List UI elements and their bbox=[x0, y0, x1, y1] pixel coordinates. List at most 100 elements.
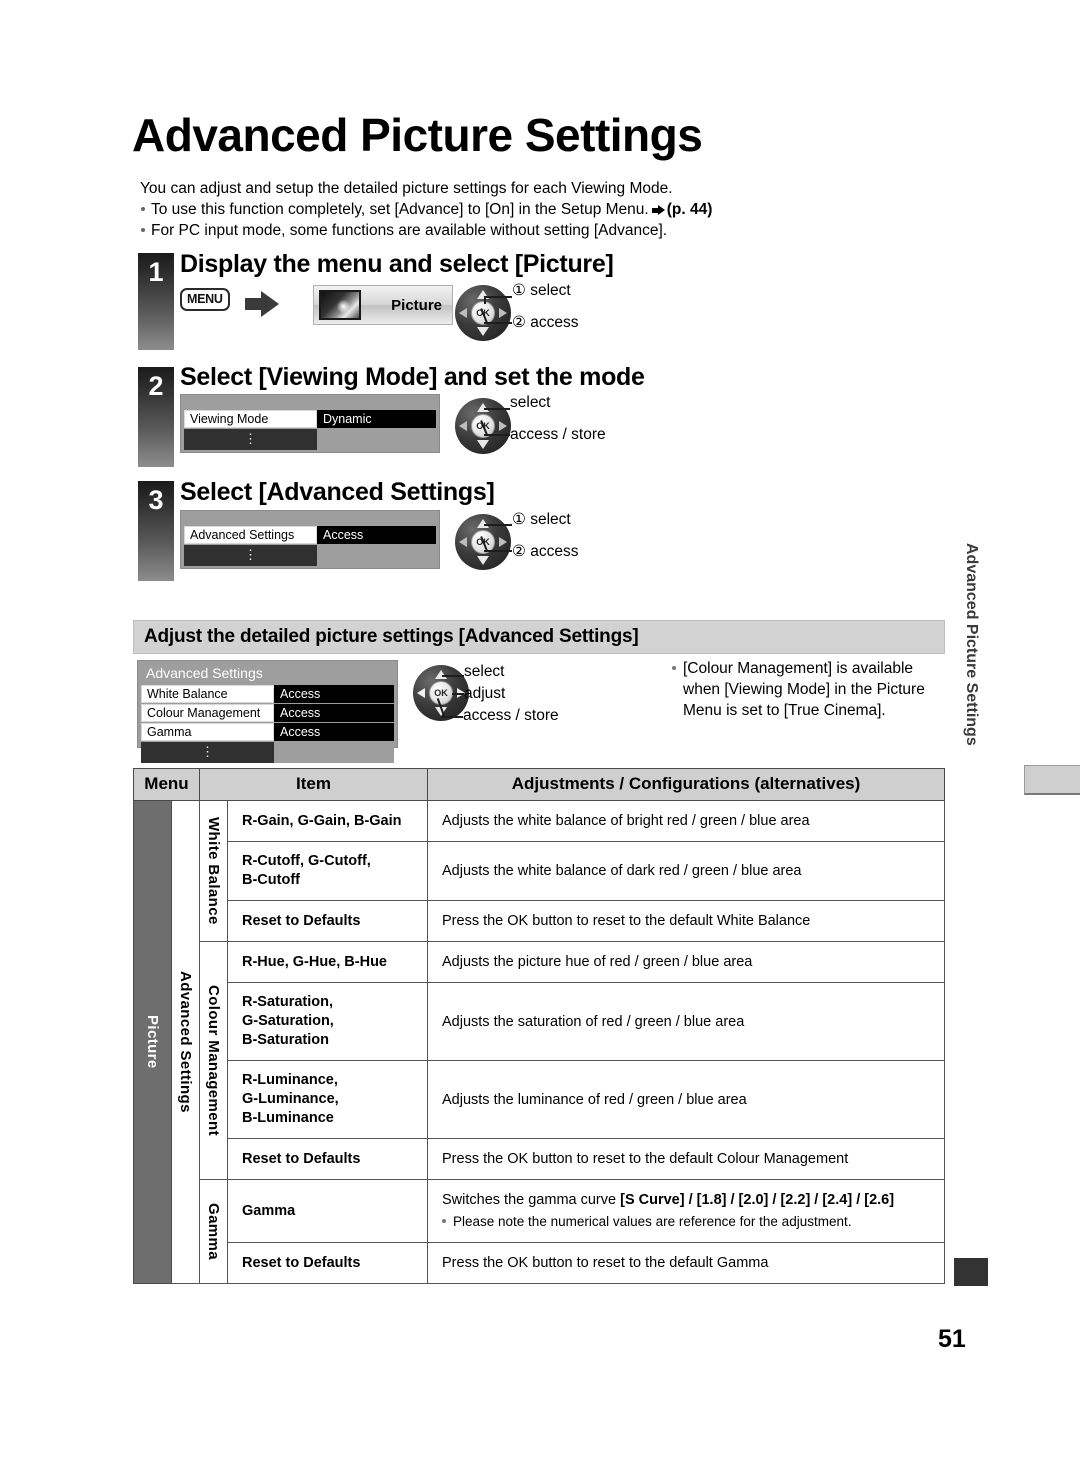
step-1-badge: 1 bbox=[138, 253, 174, 350]
dpad-left-icon[interactable] bbox=[459, 421, 467, 431]
intro-line: You can adjust and setup the detailed pi… bbox=[140, 180, 673, 197]
item-cell: R-Hue, G-Hue, B-Hue bbox=[227, 941, 428, 983]
desc-cell: Press the OK button to reset to the defa… bbox=[427, 900, 945, 942]
dpad-left-icon[interactable] bbox=[459, 308, 467, 318]
step-1-heading: Display the menu and select [Picture] bbox=[180, 250, 614, 278]
dpad-right-icon[interactable] bbox=[499, 421, 507, 431]
desc-cell: Adjusts the luminance of red / green / b… bbox=[427, 1060, 945, 1139]
table-row: Reset to Defaults Press the OK button to… bbox=[134, 1138, 945, 1180]
osd-blank bbox=[317, 545, 436, 566]
osd-spacer bbox=[181, 511, 439, 525]
table-row: Colour Management R-Hue, G-Hue, B-Hue Ad… bbox=[134, 941, 945, 1180]
desc-options: [S Curve] / [1.8] / [2.0] / [2.2] / [2.4… bbox=[620, 1192, 895, 1208]
side-tab-marker bbox=[1024, 765, 1080, 795]
osd-row[interactable]: Colour Management Access bbox=[141, 704, 394, 722]
section-callout-adjust: adjust bbox=[464, 685, 506, 702]
item-cell: Reset to Defaults bbox=[227, 900, 428, 942]
page-title: Advanced Picture Settings bbox=[132, 109, 703, 161]
osd-row-key: Colour Management bbox=[141, 704, 274, 722]
osd-row-key: Advanced Settings bbox=[184, 526, 317, 544]
item-cell: R-Luminance, G-Luminance, B-Luminance bbox=[227, 1060, 428, 1139]
menu-button-key[interactable]: MENU bbox=[180, 288, 230, 311]
leader-line bbox=[484, 550, 512, 552]
dpad-down-icon[interactable] bbox=[477, 556, 489, 565]
table-row: Reset to Defaults Press the OK button to… bbox=[134, 1242, 945, 1284]
desc-cell: Adjusts the picture hue of red / green /… bbox=[427, 941, 945, 983]
subgroup-cell-colour-management: Colour Management bbox=[199, 941, 228, 1180]
leader-line bbox=[484, 434, 510, 436]
tv-picture-icon bbox=[319, 290, 361, 320]
osd-row[interactable]: Gamma Access bbox=[141, 723, 394, 741]
osd-row[interactable]: White Balance Access bbox=[141, 685, 394, 703]
osd-ellipsis: ⋮ bbox=[184, 429, 317, 450]
desc-subnote: Please note the numerical values are ref… bbox=[442, 1212, 944, 1232]
osd-row[interactable]: Advanced Settings Access bbox=[184, 526, 436, 544]
group-cell-label: Advanced Settings bbox=[177, 971, 194, 1113]
osd-row-key: White Balance bbox=[141, 685, 274, 703]
leader-line bbox=[442, 675, 464, 677]
section-callout-access-store: access / store bbox=[463, 707, 559, 724]
side-tab-label: Advanced Picture Settings bbox=[963, 543, 980, 746]
intro-bullet-1: To use this function completely, set [Ad… bbox=[140, 199, 860, 220]
step-2-heading: Select [Viewing Mode] and set the mode bbox=[180, 363, 645, 391]
table-row: Picture Advanced Settings White Balance … bbox=[133, 800, 945, 1284]
subgroup-cell-gamma: Gamma bbox=[199, 1179, 228, 1284]
picture-menu-chip[interactable]: Picture bbox=[313, 285, 453, 325]
dpad-left-icon[interactable] bbox=[459, 537, 467, 547]
step-2-callout-select: select bbox=[510, 394, 551, 411]
table-row: Gamma Gamma Switches the gamma curve [S … bbox=[134, 1179, 945, 1284]
osd-row[interactable]: Viewing Mode Dynamic bbox=[184, 410, 436, 428]
header-adjustments: Adjustments / Configurations (alternativ… bbox=[427, 768, 945, 801]
dpad-down-icon[interactable] bbox=[477, 440, 489, 449]
table-row: R-Luminance, G-Luminance, B-Luminance Ad… bbox=[134, 1060, 945, 1139]
desc-cell: Adjusts the white balance of dark red / … bbox=[427, 841, 945, 901]
osd-ellipsis: ⋮ bbox=[184, 545, 317, 566]
dpad-down-icon[interactable] bbox=[477, 327, 489, 336]
leader-line bbox=[484, 296, 486, 304]
osd-more-rows: ⋮ bbox=[184, 429, 436, 450]
group-cell-advanced-settings: Advanced Settings bbox=[171, 800, 200, 1284]
step-3-callout-select: ① select bbox=[512, 511, 571, 528]
ok-button[interactable]: OK bbox=[429, 681, 453, 705]
item-cell: Reset to Defaults bbox=[227, 1138, 428, 1180]
osd-row-value: Access bbox=[274, 704, 394, 722]
table-row: R-Cutoff, G-Cutoff, B-Cutoff Adjusts the… bbox=[134, 841, 945, 901]
step-3-badge: 3 bbox=[138, 481, 174, 581]
leader-line bbox=[484, 296, 512, 298]
settings-table: Menu Item Adjustments / Configurations (… bbox=[133, 768, 945, 1284]
osd-blank bbox=[274, 742, 394, 763]
subgroup-cell-white-balance: White Balance bbox=[199, 800, 228, 942]
desc-cell: Press the OK button to reset to the defa… bbox=[427, 1138, 945, 1180]
intro-bullet-2: For PC input mode, some functions are av… bbox=[140, 220, 860, 241]
osd-blank bbox=[317, 429, 436, 450]
section-band-title: Adjust the detailed picture settings [Ad… bbox=[133, 620, 945, 654]
osd-row-value: Access bbox=[274, 723, 394, 741]
osd-row-key: Viewing Mode bbox=[184, 410, 317, 428]
desc-cell: Adjusts the white balance of bright red … bbox=[427, 800, 945, 842]
dpad-right-icon[interactable] bbox=[499, 308, 507, 318]
intro-block: You can adjust and setup the detailed pi… bbox=[140, 178, 860, 241]
side-tab-block bbox=[954, 1258, 988, 1286]
osd-row-value: Dynamic bbox=[317, 410, 436, 428]
osd-more-rows: ⋮ bbox=[184, 545, 436, 566]
menu-cell-label: Picture bbox=[144, 1015, 161, 1069]
desc-cell: Switches the gamma curve [S Curve] / [1.… bbox=[427, 1179, 945, 1243]
leader-line bbox=[484, 524, 512, 526]
item-cell: Reset to Defaults bbox=[227, 1242, 428, 1284]
osd-title: Advanced Settings bbox=[146, 665, 263, 681]
dpad-right-icon[interactable] bbox=[499, 537, 507, 547]
item-cell: Gamma bbox=[227, 1179, 428, 1243]
desc-cell: Press the OK button to reset to the defa… bbox=[427, 1242, 945, 1284]
table-row: Reset to Defaults Press the OK button to… bbox=[134, 900, 945, 942]
dpad-up-icon[interactable] bbox=[477, 290, 489, 299]
osd-row-key: Gamma bbox=[141, 723, 274, 741]
picture-chip-label: Picture bbox=[391, 296, 442, 314]
menu-cell-picture: Picture bbox=[133, 800, 172, 1284]
osd-row-value: Access bbox=[274, 685, 394, 703]
right-arrow-icon bbox=[651, 205, 665, 215]
dpad-left-icon[interactable] bbox=[417, 688, 425, 698]
flow-arrow-icon bbox=[245, 291, 279, 317]
osd-more-rows: ⋮ bbox=[141, 742, 394, 763]
leader-line bbox=[452, 693, 464, 695]
osd-advanced-settings-entry: Advanced Settings Access ⋮ bbox=[180, 510, 440, 569]
